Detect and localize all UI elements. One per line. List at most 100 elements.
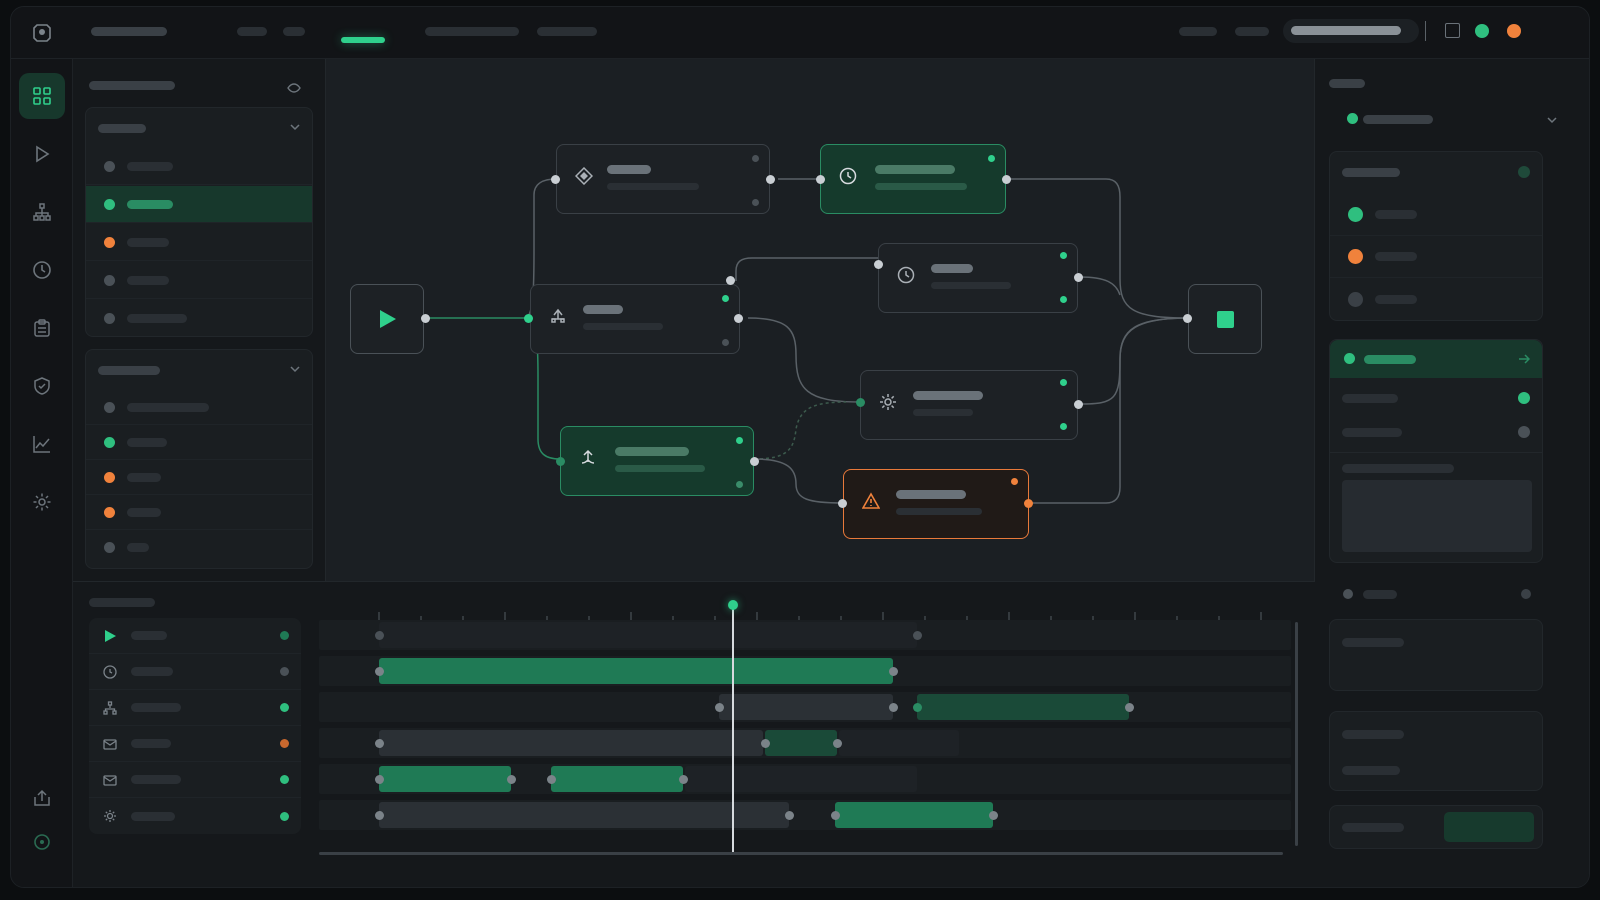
- timeline-bar[interactable]: [379, 658, 893, 684]
- property-toggle[interactable]: [1518, 392, 1530, 404]
- workflow-node-timer-success[interactable]: [820, 144, 1006, 214]
- bar-handle[interactable]: [831, 811, 840, 820]
- group1-header[interactable]: [86, 108, 312, 148]
- link-icon[interactable]: [1518, 353, 1530, 365]
- list-item[interactable]: [86, 300, 312, 337]
- rail-grid-button[interactable]: [19, 73, 65, 119]
- timeline-track[interactable]: [319, 692, 1291, 722]
- bar-handle[interactable]: [679, 775, 688, 784]
- status-item[interactable]: [1330, 278, 1542, 320]
- workflow-node-branch-success[interactable]: [560, 426, 754, 496]
- list-item[interactable]: [86, 148, 312, 185]
- timeline-row[interactable]: [89, 726, 301, 762]
- connection-port[interactable]: [556, 457, 565, 466]
- environment-select[interactable]: [1329, 105, 1557, 133]
- timeline-bar[interactable]: [379, 766, 511, 792]
- property-toggle[interactable]: [1518, 426, 1530, 438]
- timeline-track[interactable]: [319, 620, 1291, 650]
- connection-port[interactable]: [1074, 400, 1083, 409]
- rail-settings-button[interactable]: [19, 479, 65, 525]
- connection-port[interactable]: [524, 314, 533, 323]
- bar-handle[interactable]: [715, 703, 724, 712]
- nav-item-5[interactable]: [1179, 27, 1217, 36]
- timeline-row[interactable]: [89, 798, 301, 834]
- connection-port[interactable]: [421, 314, 430, 323]
- bar-handle[interactable]: [785, 811, 794, 820]
- eye-icon[interactable]: [287, 79, 301, 93]
- nav-item-4[interactable]: [537, 27, 597, 36]
- timeline-playhead[interactable]: [732, 606, 734, 852]
- start-node[interactable]: [350, 284, 424, 354]
- rail-chart-button[interactable]: [19, 421, 65, 467]
- status-item[interactable]: [1330, 236, 1542, 278]
- rail-play-button[interactable]: [19, 131, 65, 177]
- timeline-bar[interactable]: [379, 802, 789, 828]
- bar-handle[interactable]: [833, 739, 842, 748]
- rail-clock-button[interactable]: [19, 247, 65, 293]
- bar-handle[interactable]: [1125, 703, 1134, 712]
- list-item[interactable]: [86, 224, 312, 261]
- timeline-bar[interactable]: [379, 730, 763, 756]
- notes-textarea[interactable]: [1342, 480, 1532, 552]
- bar-handle[interactable]: [375, 739, 384, 748]
- timeline-vscroll[interactable]: [1295, 622, 1298, 846]
- playhead-handle[interactable]: [728, 600, 738, 610]
- connection-port[interactable]: [734, 314, 743, 323]
- bar-handle[interactable]: [913, 703, 922, 712]
- bar-handle[interactable]: [375, 667, 384, 676]
- tab-active[interactable]: [341, 37, 385, 43]
- timeline-row[interactable]: [89, 690, 301, 726]
- connection-port[interactable]: [726, 276, 735, 285]
- workflow-node-diamond[interactable]: [556, 144, 770, 214]
- notification-dot[interactable]: [1507, 24, 1521, 38]
- group2-header[interactable]: [86, 350, 312, 390]
- workflow-node-settings[interactable]: [860, 370, 1078, 440]
- bar-handle[interactable]: [375, 631, 384, 640]
- connection-port[interactable]: [838, 499, 847, 508]
- rail-export-button[interactable]: [19, 775, 65, 821]
- rail-status-button[interactable]: [19, 819, 65, 865]
- nav-item-1[interactable]: [237, 27, 267, 36]
- rail-shield-button[interactable]: [19, 363, 65, 409]
- connection-port[interactable]: [766, 175, 775, 184]
- selected-item-header[interactable]: [1330, 340, 1542, 378]
- timeline-scrollbar[interactable]: [319, 852, 1283, 855]
- workflow-node-split[interactable]: [530, 284, 740, 354]
- toggle-icon[interactable]: [1518, 166, 1530, 178]
- bar-handle[interactable]: [913, 631, 922, 640]
- rail-clipboard-button[interactable]: [19, 305, 65, 351]
- connection-port[interactable]: [750, 457, 759, 466]
- bar-handle[interactable]: [375, 811, 384, 820]
- list-item[interactable]: [86, 425, 312, 460]
- primary-action-button[interactable]: [1444, 812, 1534, 842]
- connection-port[interactable]: [874, 260, 883, 269]
- list-item[interactable]: [86, 390, 312, 425]
- timeline-track[interactable]: [319, 764, 1291, 794]
- list-item[interactable]: [86, 262, 312, 299]
- timeline-row[interactable]: [89, 618, 301, 654]
- list-item-selected[interactable]: [86, 186, 312, 223]
- timeline-bar[interactable]: [379, 622, 917, 648]
- status-online-dot[interactable]: [1475, 24, 1489, 38]
- list-item[interactable]: [86, 460, 312, 495]
- bar-handle[interactable]: [507, 775, 516, 784]
- bar-handle[interactable]: [889, 703, 898, 712]
- timeline-bar[interactable]: [917, 694, 1129, 720]
- list-item[interactable]: [86, 495, 312, 530]
- timeline-bar[interactable]: [719, 694, 893, 720]
- timeline-track[interactable]: [319, 656, 1291, 686]
- workflow-node-warning[interactable]: [843, 469, 1029, 539]
- timeline-track[interactable]: [319, 800, 1291, 830]
- rail-hierarchy-button[interactable]: [19, 189, 65, 235]
- workflow-node-timer[interactable]: [878, 243, 1078, 313]
- timeline-row[interactable]: [89, 654, 301, 690]
- connection-port[interactable]: [816, 175, 825, 184]
- timeline-track[interactable]: [319, 728, 1291, 758]
- nav-item-2[interactable]: [283, 27, 305, 36]
- connection-port[interactable]: [1074, 273, 1083, 282]
- timeline-row[interactable]: [89, 762, 301, 798]
- bar-handle[interactable]: [375, 775, 384, 784]
- connection-port[interactable]: [1024, 499, 1033, 508]
- bar-handle[interactable]: [989, 811, 998, 820]
- bar-handle[interactable]: [547, 775, 556, 784]
